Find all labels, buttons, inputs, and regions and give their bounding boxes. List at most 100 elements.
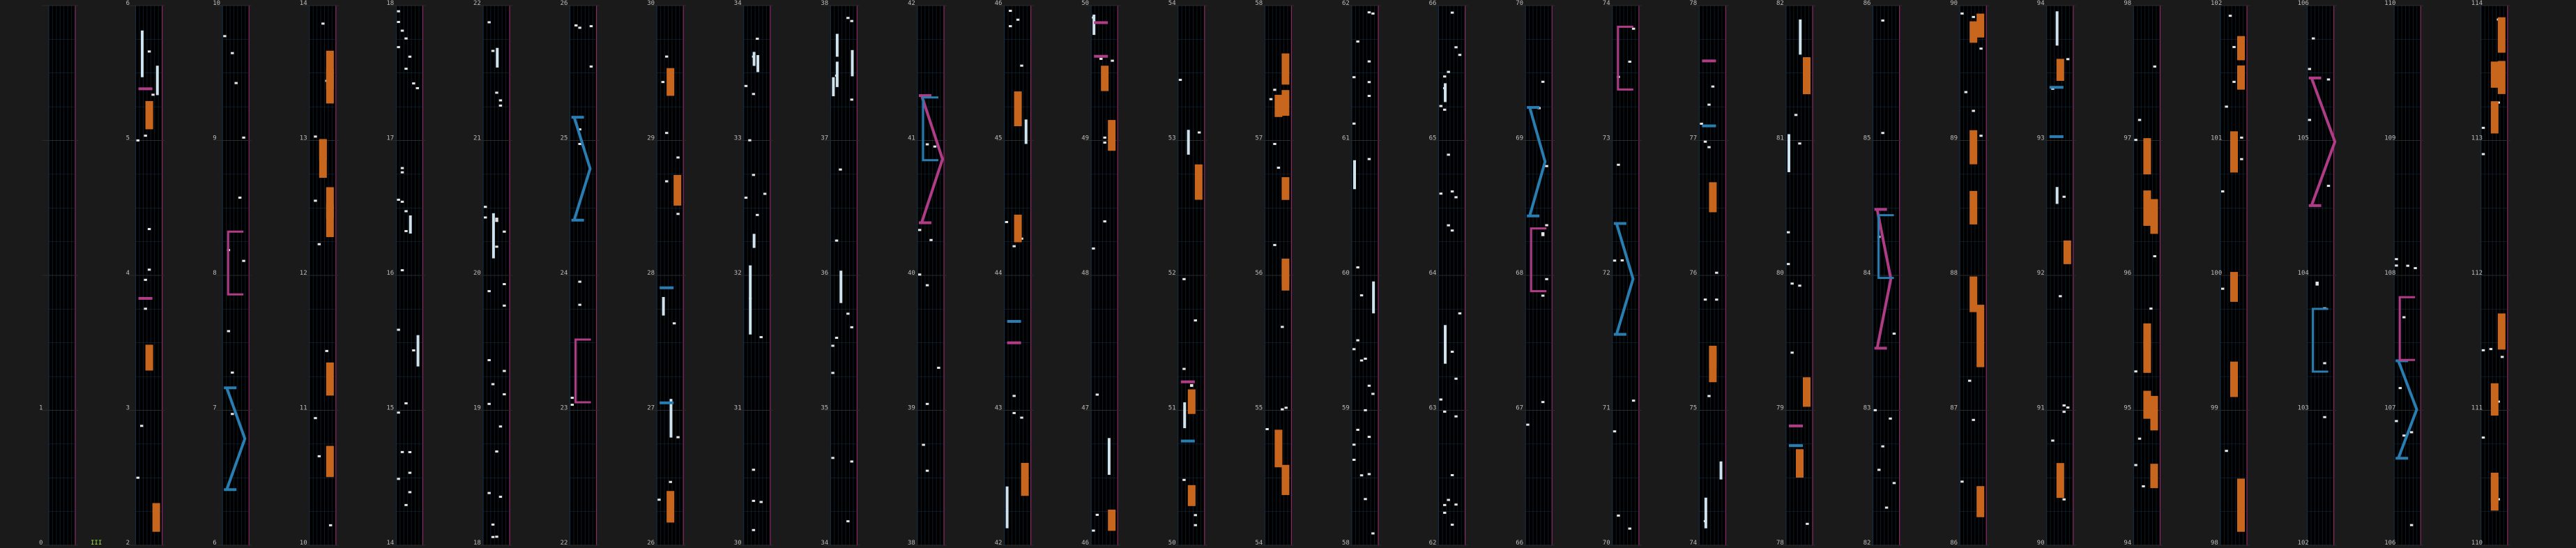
tap-note bbox=[498, 99, 503, 102]
tap-note bbox=[1273, 142, 1276, 145]
tap-note bbox=[1889, 417, 1892, 420]
measure-number: 49 bbox=[1081, 135, 1089, 142]
measure-number: 86 bbox=[1864, 0, 1871, 7]
tap-note bbox=[1092, 529, 1095, 532]
tap-note bbox=[752, 499, 756, 502]
measure-number: 107 bbox=[2384, 405, 2395, 412]
measure-number: 77 bbox=[1689, 135, 1697, 142]
flick-note bbox=[2143, 339, 2151, 373]
tap-note bbox=[498, 496, 503, 498]
tap-note bbox=[1012, 395, 1016, 397]
slide-start bbox=[224, 386, 237, 390]
tap-note bbox=[850, 98, 853, 101]
tap-note bbox=[1352, 348, 1356, 351]
hold-note bbox=[669, 399, 673, 438]
measure-number: 70 bbox=[1516, 0, 1523, 7]
tap-note bbox=[1613, 430, 1617, 433]
hold-note bbox=[141, 30, 144, 77]
measure-number: 91 bbox=[2037, 405, 2045, 412]
measure-number: 80 bbox=[1776, 270, 1784, 277]
measure-number: 98 bbox=[2211, 540, 2218, 547]
hold-note bbox=[496, 47, 499, 68]
tap-note bbox=[1450, 473, 1454, 476]
tap-note bbox=[676, 213, 680, 215]
tap-note bbox=[1009, 10, 1012, 13]
hold-note bbox=[1788, 134, 1790, 172]
tap-note bbox=[1960, 480, 1964, 483]
tap-note bbox=[831, 372, 834, 374]
tap-note bbox=[925, 402, 929, 405]
tap-note bbox=[1371, 12, 1375, 15]
tap-note bbox=[2323, 362, 2326, 365]
tap-note bbox=[1367, 81, 1371, 84]
tap-note bbox=[850, 20, 853, 22]
tap-note bbox=[831, 344, 834, 347]
tap-note bbox=[1707, 395, 1711, 397]
flick-note bbox=[1281, 464, 1290, 496]
slide-marker bbox=[1702, 59, 1716, 63]
measure-number: 83 bbox=[1864, 405, 1871, 412]
slide-marker bbox=[138, 87, 153, 91]
tap-note bbox=[1798, 142, 1801, 145]
tap-note bbox=[763, 192, 767, 195]
tap-note bbox=[408, 491, 412, 494]
tap-note bbox=[314, 199, 317, 202]
tap-note bbox=[495, 245, 498, 248]
flick-note bbox=[1976, 305, 1985, 343]
tap-note bbox=[2315, 283, 2319, 286]
tap-note bbox=[2142, 485, 2145, 488]
flick-note bbox=[326, 68, 334, 104]
measure-number: 68 bbox=[1516, 270, 1523, 277]
hold-note bbox=[1005, 486, 1009, 528]
measure-number: 26 bbox=[561, 0, 568, 7]
tap-note bbox=[397, 328, 400, 331]
flick-note bbox=[1709, 182, 1717, 213]
tap-note bbox=[1450, 229, 1454, 232]
flick-note bbox=[1803, 57, 1811, 95]
measure-number: 21 bbox=[473, 135, 481, 142]
tap-note bbox=[1617, 163, 1620, 166]
tap-note bbox=[2409, 431, 2414, 434]
flick-note bbox=[2237, 503, 2245, 532]
tap-note bbox=[1443, 75, 1447, 78]
flick-note bbox=[2143, 390, 2151, 419]
tap-note bbox=[578, 26, 581, 29]
bpm-marker: III bbox=[91, 540, 102, 547]
tap-note bbox=[144, 135, 147, 137]
tap-note bbox=[752, 93, 756, 96]
tap-note bbox=[231, 52, 234, 54]
measure-number: 36 bbox=[821, 270, 828, 277]
hold-note bbox=[1719, 461, 1723, 480]
tap-note bbox=[1103, 220, 1106, 223]
tap-note bbox=[672, 322, 676, 325]
flick-note bbox=[1281, 177, 1290, 200]
tap-note bbox=[1787, 263, 1790, 266]
measure-number: 46 bbox=[1081, 540, 1089, 547]
tap-note bbox=[1352, 458, 1356, 461]
tap-note bbox=[2221, 190, 2225, 193]
measure-number: 40 bbox=[908, 270, 915, 277]
slide-marker bbox=[1094, 21, 1108, 24]
flick-note bbox=[2063, 240, 2071, 264]
measure-number: 66 bbox=[1429, 0, 1437, 7]
tap-note bbox=[2395, 264, 2398, 267]
tap-note bbox=[676, 156, 680, 159]
measure-number: 30 bbox=[647, 0, 655, 7]
slide-end bbox=[2308, 204, 2322, 207]
tap-note bbox=[487, 359, 491, 362]
measure-number: 34 bbox=[821, 540, 828, 547]
flick-note bbox=[2490, 476, 2499, 511]
slide-marker bbox=[1007, 341, 1021, 344]
tap-note bbox=[1359, 359, 1364, 362]
flick-note bbox=[1108, 509, 1116, 531]
tap-note bbox=[676, 436, 680, 439]
measure-number: 12 bbox=[300, 270, 307, 277]
tap-note bbox=[1443, 503, 1447, 506]
hold-note bbox=[491, 213, 495, 259]
tap-note bbox=[144, 307, 147, 310]
measure-number: 76 bbox=[1689, 270, 1697, 277]
tap-note bbox=[412, 82, 416, 85]
tap-note bbox=[2326, 185, 2331, 188]
slide-end bbox=[571, 218, 584, 222]
hold-note bbox=[749, 297, 752, 335]
